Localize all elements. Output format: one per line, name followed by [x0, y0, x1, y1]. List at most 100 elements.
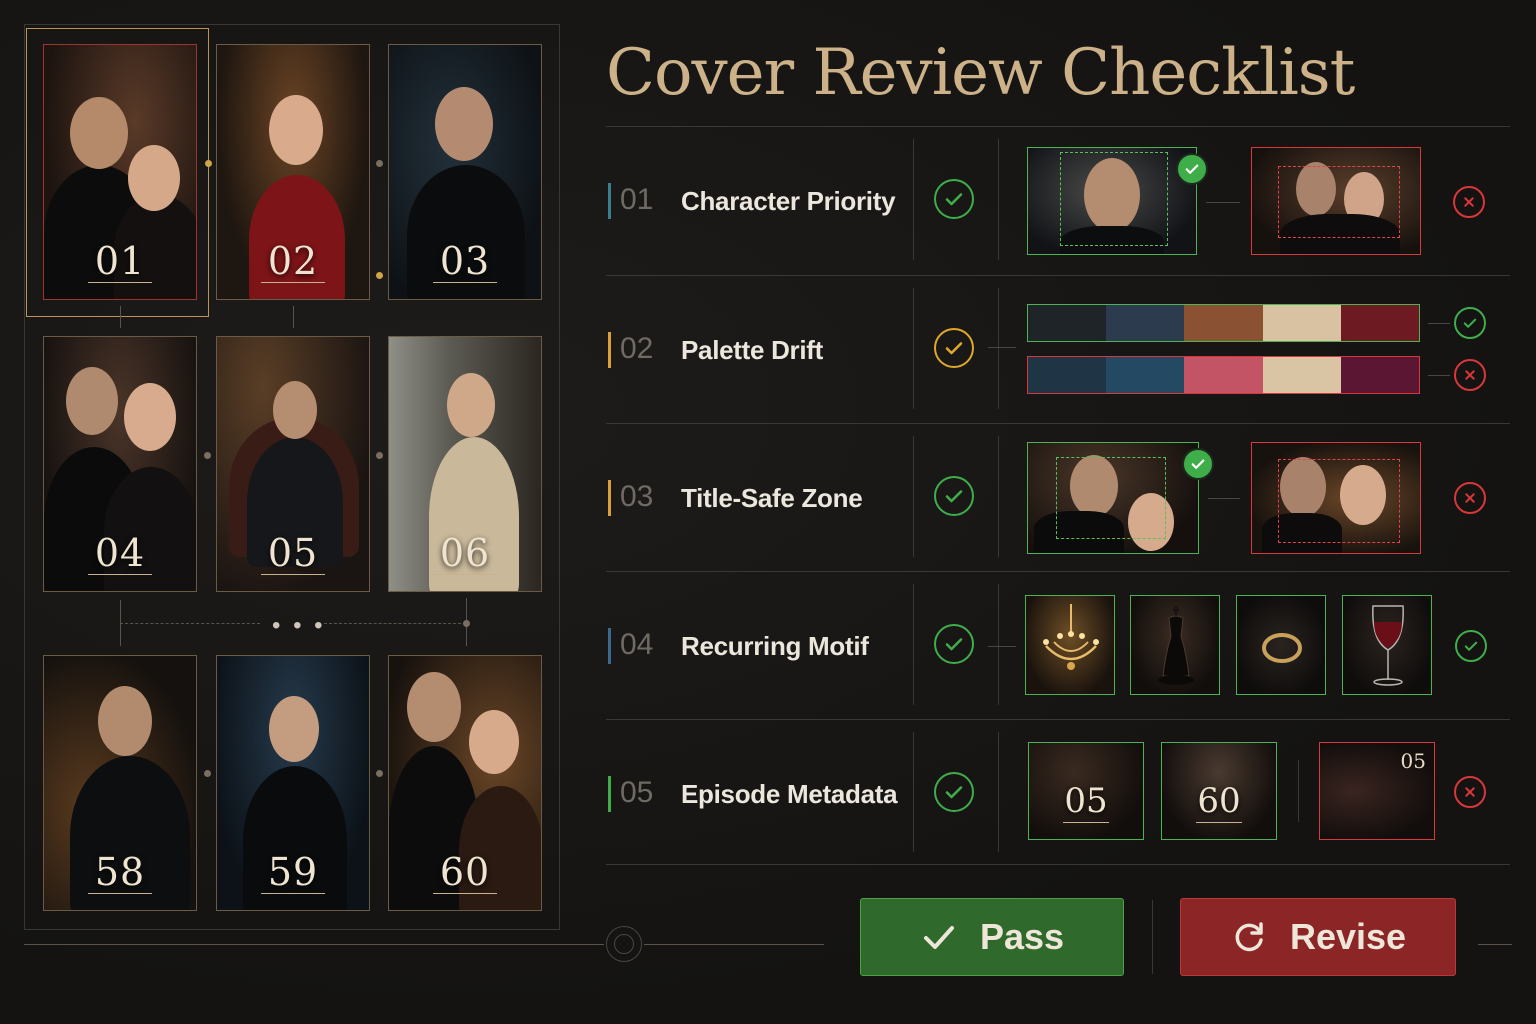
connector-dot — [376, 452, 383, 459]
palette-strip-good[interactable] — [1027, 304, 1420, 342]
bad-example-image[interactable] — [1251, 147, 1421, 255]
head-silhouette — [124, 383, 176, 451]
cover-number: 01 — [94, 239, 146, 283]
cover-number: 59 — [267, 850, 319, 894]
checklist-row-title-safe-zone: 03 Title-Safe Zone — [606, 423, 1510, 569]
safe-zone-guide — [1060, 152, 1168, 246]
motif-chandelier[interactable] — [1025, 595, 1115, 695]
cover-thumb-01[interactable]: 01 — [43, 44, 197, 300]
checkmark-icon — [923, 926, 954, 949]
button-divider — [1152, 900, 1153, 974]
checklist-row-recurring-motif: 04 Recurring Motif — [606, 571, 1510, 717]
column-divider — [913, 732, 914, 852]
palette-swatch — [1184, 305, 1263, 341]
palette-swatch — [1184, 357, 1263, 393]
head-silhouette — [70, 97, 128, 169]
crosshair-inner — [614, 934, 634, 954]
cover-number: 02 — [267, 239, 319, 283]
connector-dashed-line — [324, 623, 466, 624]
cover-thumb-03[interactable]: 03 — [388, 44, 542, 300]
row-label: Recurring Motif — [681, 631, 869, 661]
cover-thumb-04[interactable]: 04 — [43, 336, 197, 592]
cover-number: 05 — [267, 531, 319, 575]
episode-underline — [1063, 822, 1109, 823]
episode-label-good[interactable]: 60 — [1161, 742, 1277, 840]
fail-x-icon — [1454, 776, 1486, 808]
cover-number: 60 — [439, 850, 491, 894]
warning-status-icon — [934, 328, 974, 368]
fail-x-icon — [1453, 186, 1485, 218]
baseline-rule — [644, 944, 824, 945]
cover-thumb-02[interactable]: 02 — [216, 44, 370, 300]
episode-label-good[interactable]: 05 — [1028, 742, 1144, 840]
head-silhouette — [273, 381, 317, 439]
connector-dot — [463, 620, 470, 627]
connector-line — [1208, 498, 1240, 499]
column-divider — [913, 584, 914, 705]
motif-ring[interactable] — [1236, 595, 1326, 695]
column-divider — [913, 288, 914, 409]
good-example-image[interactable] — [1027, 442, 1199, 554]
check-status-icon — [934, 179, 974, 219]
good-example-image[interactable] — [1027, 147, 1197, 255]
connector-dot — [376, 272, 383, 279]
pass-check-icon — [1455, 630, 1487, 662]
head-silhouette — [269, 95, 323, 165]
connector-dashed-line — [120, 623, 260, 624]
head-silhouette — [128, 145, 180, 211]
chess-king-icon — [1158, 606, 1194, 685]
cover-thumb-60[interactable]: 60 — [388, 655, 542, 911]
connector-dot — [204, 770, 211, 777]
checklist-table: 01 Character Priority 02 Palette Drift 0… — [606, 126, 1510, 868]
pass-check-icon — [1454, 307, 1486, 339]
check-badge-icon — [1182, 448, 1214, 480]
safe-zone-guide — [1278, 459, 1400, 543]
column-divider — [913, 139, 914, 260]
row-number: 05 — [620, 776, 654, 809]
palette-swatch — [1262, 305, 1341, 341]
connector-dot — [376, 160, 383, 167]
column-divider — [998, 288, 999, 409]
connector-dot — [376, 770, 383, 777]
episode-number-small: 05 — [1400, 749, 1426, 773]
cover-thumb-06[interactable]: 06 — [388, 336, 542, 592]
checklist-row-character-priority: 01 Character Priority — [606, 126, 1510, 272]
episode-label-bad[interactable]: 05 — [1319, 742, 1435, 840]
revise-button[interactable]: Revise — [1180, 898, 1456, 976]
row-number: 01 — [620, 183, 654, 216]
check-status-icon — [934, 772, 974, 812]
episode-number: 05 — [1064, 781, 1108, 821]
palette-strip-bad[interactable] — [1027, 356, 1420, 394]
cover-thumb-58[interactable]: 58 — [43, 655, 197, 911]
row-accent-bar — [608, 480, 611, 516]
motif-chess-king[interactable] — [1130, 595, 1220, 695]
fail-x-icon — [1454, 482, 1486, 514]
check-badge-icon — [1176, 153, 1208, 185]
cover-thumb-59[interactable]: 59 — [216, 655, 370, 911]
head-silhouette — [66, 367, 118, 435]
baseline-rule — [1478, 944, 1512, 945]
cover-number: 58 — [94, 850, 146, 894]
connector-line — [1428, 375, 1450, 376]
palette-swatch — [1028, 357, 1107, 393]
palette-swatch — [1340, 357, 1419, 393]
cover-thumb-05[interactable]: 05 — [216, 336, 370, 592]
row-accent-bar — [608, 183, 611, 219]
pass-button[interactable]: Pass — [860, 898, 1124, 976]
row-label: Episode Metadata — [681, 779, 898, 809]
revise-button-label: Revise — [1289, 916, 1407, 957]
check-status-icon — [934, 476, 974, 516]
row-number: 03 — [620, 480, 654, 513]
connector-line — [1298, 760, 1299, 822]
palette-swatch — [1028, 305, 1107, 341]
chandelier-icon — [1043, 604, 1099, 670]
cover-number: 03 — [439, 239, 491, 283]
motif-wine-glass[interactable] — [1342, 595, 1432, 695]
more-covers-ellipsis[interactable]: • • • — [272, 612, 326, 640]
bad-example-image[interactable] — [1251, 442, 1421, 554]
row-label: Palette Drift — [681, 335, 824, 365]
column-divider — [998, 139, 999, 260]
row-accent-bar — [608, 332, 611, 368]
connector-line — [1206, 202, 1240, 203]
page-title: Cover Review Checklist — [606, 36, 1355, 110]
